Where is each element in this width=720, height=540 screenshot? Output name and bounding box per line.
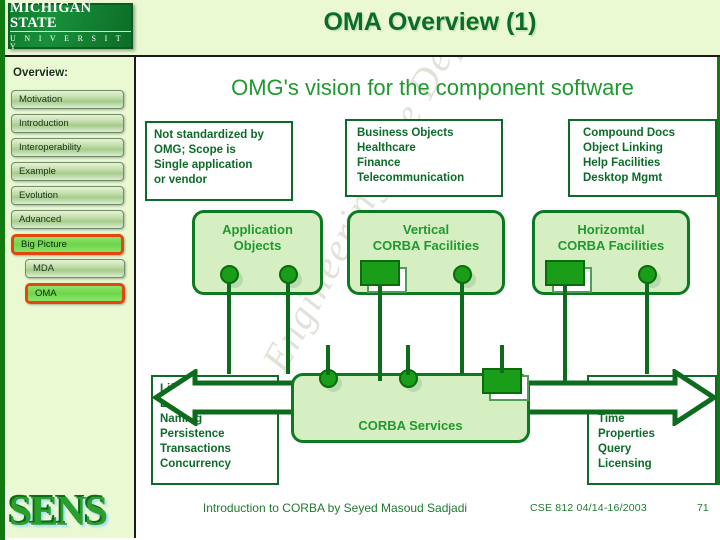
logo-line-university-name: MICHIGAN STATE (10, 1, 131, 32)
sidebar-item-label: Example (19, 166, 56, 177)
footer-presentation-title: Introduction to CORBA by Seyed Masoud Sa… (202, 501, 468, 515)
rect-icon-face (360, 260, 400, 286)
interface-stem (563, 284, 567, 381)
rect-icon-face (545, 260, 585, 286)
interface-stem (500, 345, 504, 373)
sidebar-item-label: Interoperability (19, 142, 82, 153)
interface-stem (326, 345, 330, 375)
interface-stem (460, 282, 464, 374)
michigan-state-logo: MICHIGAN STATE U N I V E R S I T Y (8, 1, 133, 51)
sidebar-item-mda[interactable]: MDA (25, 259, 125, 278)
sidebar-item-example[interactable]: Example (11, 162, 124, 181)
logo-line-university-word: U N I V E R S I T Y (10, 34, 124, 51)
interface-stem (378, 284, 382, 381)
footer-course-info: CSE 812 04/14-16/2003 (530, 502, 647, 514)
sidebar-item-label: OMA (35, 288, 57, 299)
component-corba-services-label: CORBA Services (358, 418, 463, 433)
sidebar-item-oma[interactable]: OMA (25, 283, 125, 304)
sidebar-item-label: MDA (33, 263, 55, 274)
component-application-objects[interactable]: Application Objects (192, 210, 323, 295)
sidebar-item-label: Introduction (19, 118, 69, 129)
footer-page-number: 71 (697, 502, 709, 514)
sidebar-item-interoperability[interactable]: Interoperability (11, 138, 124, 157)
note-horizontal-facilities: Compound Docs Object Linking Help Faciliti… (568, 119, 717, 197)
sidebar-item-advanced[interactable]: Advanced (11, 210, 124, 229)
sidebar-item-introduction[interactable]: Introduction (11, 114, 124, 133)
note-vertical-facilities: Business Objects Healthcare Finance Telecom… (345, 119, 503, 197)
sidebar-item-motivation[interactable]: Motivation (11, 90, 124, 109)
sidebar-item-evolution[interactable]: Evolution (11, 186, 124, 205)
interface-stem (406, 345, 410, 375)
sidebar-navigation: Overview: Motivation Introduction Interope… (5, 57, 136, 485)
component-vertical-facilities-label: Vertical CORBA Facilities (372, 222, 480, 253)
sidebar-item-big-picture[interactable]: Big Picture (11, 234, 124, 255)
sidebar-item-label: Evolution (19, 190, 59, 201)
interface-stem (286, 282, 290, 374)
sidebar-heading: Overview: (13, 67, 68, 79)
interface-stem (227, 282, 231, 374)
slide-footer: SENS Introduction to CORBA by Seyed Maso… (5, 485, 720, 540)
sidebar-item-label: Big Picture (21, 239, 67, 250)
page-title: OMA Overview (1) (323, 8, 537, 36)
sidebar-item-label: Advanced (19, 214, 62, 225)
slide-subtitle: OMG's vision for the component software (231, 75, 634, 100)
interface-stem (645, 282, 649, 374)
sens-logo: SENS (7, 485, 136, 538)
component-application-objects-label: Application Objects (222, 222, 293, 253)
sens-logo-text: SENS (9, 488, 108, 535)
component-horizontal-facilities-label: Horizomtal CORBA Facilities (557, 222, 665, 253)
note-application-objects: Not standardized by OMG; Scope is Single a… (145, 121, 293, 201)
slide-canvas: Engineering The Department of Computer S… (0, 0, 720, 540)
sidebar-item-label: Motivation (19, 94, 63, 105)
